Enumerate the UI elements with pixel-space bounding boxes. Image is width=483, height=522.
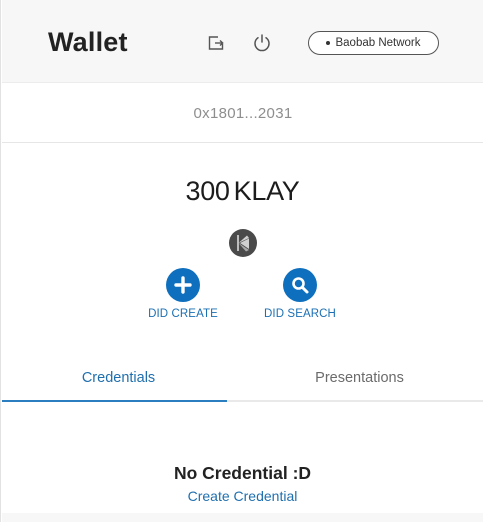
did-create-button[interactable]: DID CREATE (128, 268, 238, 328)
tab-presentations[interactable]: Presentations (235, 355, 483, 400)
create-credential-link[interactable]: Create Credential (1, 488, 483, 504)
did-search-button[interactable]: DID SEARCH (245, 268, 355, 328)
tab-bar: Credentials Presentations (2, 355, 483, 402)
header: Wallet Baobab Network (2, 0, 483, 83)
empty-state-title: No Credential :D (173, 463, 312, 483)
balance-display: 300 KLAY (1, 176, 483, 207)
export-icon[interactable] (208, 36, 224, 50)
did-search-label: DID SEARCH (264, 308, 336, 320)
search-icon (283, 268, 317, 302)
plus-icon (166, 268, 200, 302)
network-selector[interactable]: Baobab Network (308, 31, 439, 55)
balance-amount: 300 (185, 176, 230, 206)
klaytn-logo-icon (229, 229, 257, 257)
wallet-app: Wallet Baobab Network 0x1801...2031 300 K… (0, 0, 483, 522)
bottom-strip (2, 513, 483, 522)
page-title: Wallet (48, 27, 128, 57)
account-address-text: 0x1801...2031 (193, 104, 293, 122)
network-label: Baobab Network (335, 37, 421, 49)
account-address[interactable]: 0x1801...2031 (2, 84, 483, 143)
did-create-label: DID CREATE (148, 308, 218, 320)
balance-unit: KLAY (233, 176, 300, 206)
power-icon[interactable] (252, 33, 272, 53)
tab-credentials[interactable]: Credentials (2, 355, 235, 402)
network-status-dot-icon (326, 41, 331, 45)
